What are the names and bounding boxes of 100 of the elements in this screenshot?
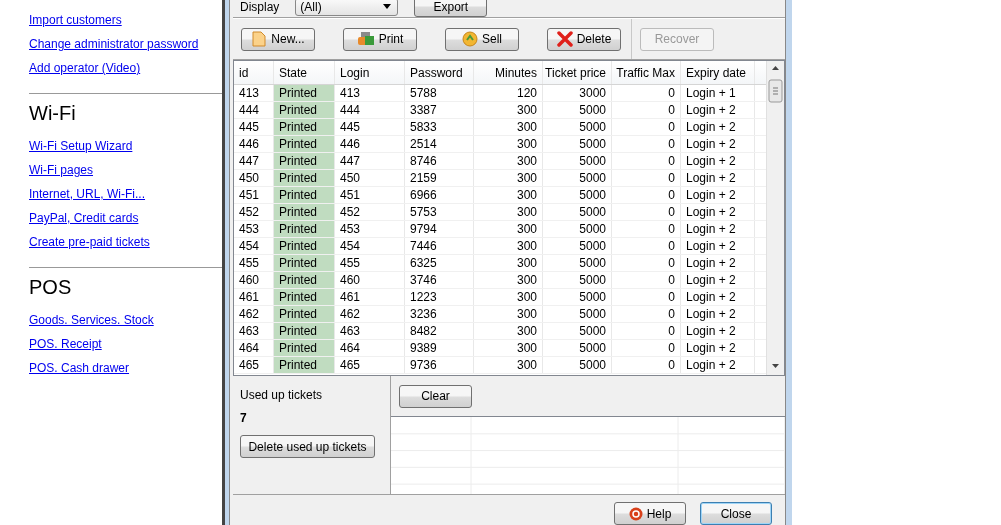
table-cell: 300 (474, 340, 543, 356)
table-cell: Printed (274, 102, 335, 118)
table-cell: Login + 2 (681, 221, 755, 237)
table-cell: Printed (274, 119, 335, 135)
table-cell: 5000 (543, 340, 612, 356)
table-cell: 8482 (405, 323, 474, 339)
table-cell: Printed (274, 340, 335, 356)
table-cell: 453 (335, 221, 405, 237)
table-cell: 0 (612, 306, 681, 322)
table-cell: 9794 (405, 221, 474, 237)
table-cell: 9389 (405, 340, 474, 356)
table-cell: Login + 2 (681, 102, 755, 118)
table-cell: 5000 (543, 289, 612, 305)
table-cell: Login + 2 (681, 170, 755, 186)
toolbar-button[interactable]: Print (343, 27, 417, 51)
table-cell: 5000 (543, 153, 612, 169)
table-cell: 447 (335, 153, 405, 169)
table-cell: Printed (274, 221, 335, 237)
section-heading: POS (29, 275, 73, 300)
display-dropdown[interactable]: (All) (295, 0, 399, 16)
sidebar-link[interactable]: Wi-Fi Setup Wizard (29, 138, 222, 162)
table-cell: 5000 (543, 136, 612, 152)
sidebar-link[interactable]: Goods. Services. Stock (29, 312, 222, 336)
table-cell: Printed (274, 204, 335, 220)
table-cell: 300 (474, 102, 543, 118)
table-cell: Login + 2 (681, 187, 755, 203)
column-header[interactable]: Minutes (474, 61, 543, 84)
export-button[interactable]: Export (414, 0, 488, 17)
table-cell: 300 (474, 204, 543, 220)
table-cell: 5788 (405, 85, 474, 101)
table-cell: 300 (474, 153, 543, 169)
table-cell: Login + 2 (681, 340, 755, 356)
used-up-count: 7 (240, 411, 248, 425)
table-cell: 300 (474, 306, 543, 322)
table-cell: 5753 (405, 204, 474, 220)
table-cell: 3236 (405, 306, 474, 322)
table-cell: 300 (474, 289, 543, 305)
table-cell: Printed (274, 136, 335, 152)
table-cell: Login + 2 (681, 119, 755, 135)
toolbar-button[interactable]: Delete (547, 27, 621, 51)
table-cell: 300 (474, 238, 543, 254)
table-cell: 2159 (405, 170, 474, 186)
table-cell: 0 (612, 255, 681, 271)
table-cell: 300 (474, 221, 543, 237)
sidebar-link[interactable]: POS. Receipt (29, 336, 222, 360)
dropdown-arrow-icon (383, 4, 392, 9)
table-cell: 5000 (543, 170, 612, 186)
scrollbar[interactable] (766, 61, 784, 375)
table-cell: Login + 2 (681, 289, 755, 305)
toolbar-button[interactable]: Sell (445, 27, 519, 51)
sidebar-link[interactable]: Wi-Fi pages (29, 162, 222, 186)
table-cell: 5000 (543, 272, 612, 288)
clear-button[interactable]: Clear (399, 384, 472, 408)
table-cell: 0 (612, 323, 681, 339)
table-cell: 0 (612, 187, 681, 203)
footer-button[interactable]: Close (700, 502, 772, 525)
table-cell: 1223 (405, 289, 474, 305)
column-header[interactable]: id (234, 61, 274, 84)
table-cell: 5833 (405, 119, 474, 135)
sidebar-link[interactable]: Import customers (29, 12, 222, 36)
column-header[interactable]: Expiry date (681, 61, 755, 84)
table-cell: 461 (335, 289, 405, 305)
table-cell: 0 (612, 289, 681, 305)
table-cell: Printed (274, 357, 335, 373)
column-header[interactable]: State (274, 61, 335, 84)
sidebar-link[interactable]: Internet, URL, Wi-Fi... (29, 186, 222, 210)
toolbar-button[interactable]: New... (241, 27, 315, 51)
printer-icon (356, 31, 375, 47)
table-cell: 0 (612, 357, 681, 373)
table-cell: 0 (612, 221, 681, 237)
sidebar-link[interactable]: POS. Cash drawer (29, 360, 222, 384)
table-cell: 446 (335, 136, 405, 152)
delete-used-button[interactable]: Delete used up tickets (240, 435, 375, 458)
table-cell: 0 (612, 136, 681, 152)
sidebar-link[interactable]: Create pre-paid tickets (29, 234, 222, 258)
table-cell: 5000 (543, 306, 612, 322)
table-cell: 444 (335, 102, 405, 118)
table-cell: 3746 (405, 272, 474, 288)
table-cell: 300 (474, 136, 543, 152)
table-cell: 463 (335, 323, 405, 339)
table-cell: Printed (274, 187, 335, 203)
column-header[interactable]: Ticket price (543, 61, 612, 84)
table-cell: 0 (612, 170, 681, 186)
table-cell: 300 (474, 272, 543, 288)
column-header[interactable]: Traffic Max (612, 61, 681, 84)
table-cell: Login + 2 (681, 204, 755, 220)
table-cell: 0 (612, 238, 681, 254)
table-cell: Printed (274, 306, 335, 322)
sidebar-link[interactable]: Change administrator password (29, 36, 222, 60)
display-label: Display (240, 0, 280, 14)
table-cell: 9736 (405, 357, 474, 373)
table-cell: 0 (612, 85, 681, 101)
table-cell: Login + 2 (681, 255, 755, 271)
sidebar-link[interactable]: PayPal, Credit cards (29, 210, 222, 234)
sidebar-link[interactable]: Add operator (Video) (29, 60, 222, 84)
column-header[interactable]: Login (335, 61, 405, 84)
table-cell: Printed (274, 170, 335, 186)
table-cell: 452 (335, 204, 405, 220)
column-header[interactable]: Password (405, 61, 474, 84)
footer-button[interactable]: Help (614, 502, 686, 525)
